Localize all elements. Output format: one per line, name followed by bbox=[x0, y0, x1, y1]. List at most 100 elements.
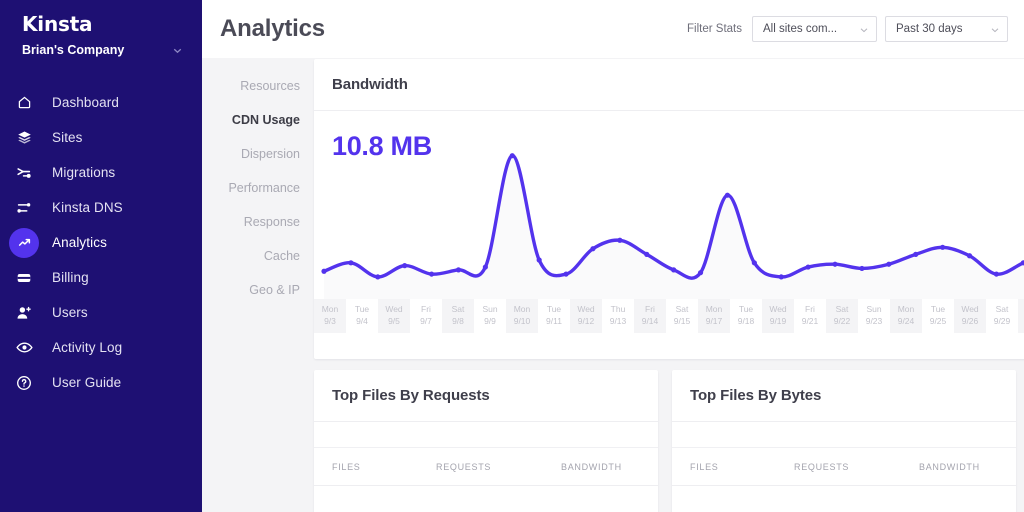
chart-area-fill bbox=[324, 155, 1024, 299]
chart-data-point[interactable] bbox=[940, 244, 946, 250]
sidebar-item-label: Analytics bbox=[52, 235, 107, 250]
chart-data-point[interactable] bbox=[321, 268, 327, 274]
chart-data-point[interactable] bbox=[617, 237, 623, 243]
top-files-by-bytes-card: Top Files By Bytes FILES REQUESTS BANDWI… bbox=[672, 370, 1016, 512]
sidebar-item-label: Users bbox=[52, 305, 88, 320]
axis-tick: Wed 9/12 bbox=[570, 299, 602, 333]
content-area: Resources CDN Usage Dispersion Performan… bbox=[202, 58, 1024, 512]
chart-data-point[interactable] bbox=[402, 263, 408, 269]
column-header-files: FILES bbox=[690, 461, 719, 472]
site-filter-select[interactable]: All sites com... bbox=[752, 16, 877, 42]
chevron-down-icon bbox=[989, 23, 1001, 35]
company-switcher[interactable]: Brian's Company bbox=[0, 36, 202, 57]
chart-data-point[interactable] bbox=[805, 264, 811, 270]
chevron-down-icon bbox=[858, 23, 870, 35]
axis-tick: Wed 9/5 bbox=[378, 299, 410, 333]
axis-tick: Sun 9/9 bbox=[482, 304, 498, 326]
chart-data-point[interactable] bbox=[455, 267, 462, 273]
subnav-item-cdn-usage[interactable]: CDN Usage bbox=[202, 108, 310, 132]
sidebar-item-migrations[interactable]: Migrations bbox=[0, 155, 202, 190]
sidebar-item-label: Kinsta DNS bbox=[52, 200, 123, 215]
card-filter-row bbox=[314, 422, 658, 448]
subnav-item-resources[interactable]: Resources bbox=[202, 74, 310, 98]
subnav-item-cache[interactable]: Cache bbox=[202, 244, 310, 268]
chart-data-point[interactable] bbox=[482, 264, 488, 270]
chart-data-point[interactable] bbox=[832, 261, 838, 267]
home-icon bbox=[9, 88, 39, 118]
axis-tick: Sun 9/23 bbox=[865, 304, 883, 326]
date-range-select[interactable]: Past 30 days bbox=[885, 16, 1008, 42]
subnav-item-performance[interactable]: Performance bbox=[202, 176, 310, 200]
subnav-item-response[interactable]: Response bbox=[202, 210, 310, 234]
chart-data-point[interactable] bbox=[778, 274, 784, 280]
sidebar-item-label: User Guide bbox=[52, 375, 122, 390]
analytics-subnav: Resources CDN Usage Dispersion Performan… bbox=[202, 58, 310, 312]
axis-tick: Sat 9/8 bbox=[442, 299, 474, 333]
logo-text: Kinsta bbox=[22, 12, 93, 36]
chevron-down-icon bbox=[171, 44, 184, 57]
chart-data-point[interactable] bbox=[993, 271, 1000, 277]
chart-data-point[interactable] bbox=[671, 267, 677, 273]
axis-tick: Thu 9/13 bbox=[609, 304, 627, 326]
card-filter-row bbox=[672, 422, 1016, 448]
axis-tick: Sat 9/29 bbox=[993, 304, 1011, 326]
chart-data-point[interactable] bbox=[590, 246, 596, 252]
subnav-item-geo-ip[interactable]: Geo & IP bbox=[202, 278, 310, 302]
chart-data-point[interactable] bbox=[913, 251, 919, 257]
user-plus-icon bbox=[9, 298, 39, 328]
chart-data-point[interactable] bbox=[644, 251, 650, 257]
chart-data-point[interactable] bbox=[563, 271, 569, 277]
card-header: Top Files By Requests bbox=[314, 370, 658, 422]
sidebar-nav: Dashboard Sites Migrations Kinsta DNS An… bbox=[0, 85, 202, 400]
column-header-bandwidth: BANDWIDTH bbox=[919, 461, 980, 472]
column-header-bandwidth: BANDWIDTH bbox=[561, 461, 622, 472]
chart-data-point[interactable] bbox=[751, 260, 757, 266]
chart-data-point[interactable] bbox=[536, 257, 542, 263]
chart-data-point[interactable] bbox=[966, 253, 973, 259]
main-area: Analytics Filter Stats All sites com... … bbox=[202, 0, 1024, 512]
sidebar-item-user-guide[interactable]: User Guide bbox=[0, 365, 202, 400]
sidebar-item-label: Dashboard bbox=[52, 95, 119, 110]
sidebar-item-users[interactable]: Users bbox=[0, 295, 202, 330]
chart-data-point[interactable] bbox=[375, 274, 381, 280]
sidebar-item-activity-log[interactable]: Activity Log bbox=[0, 330, 202, 365]
bandwidth-card-title: Bandwidth bbox=[332, 76, 408, 93]
axis-tick: Mon 9/17 bbox=[698, 299, 730, 333]
sidebar: Kinsta Brian's Company Dashboard Sites M… bbox=[0, 0, 202, 512]
sidebar-item-dashboard[interactable]: Dashboard bbox=[0, 85, 202, 120]
company-name: Brian's Company bbox=[22, 43, 125, 57]
chart-data-point[interactable] bbox=[697, 270, 704, 276]
migration-icon bbox=[9, 158, 39, 188]
sidebar-item-kinsta-dns[interactable]: Kinsta DNS bbox=[0, 190, 202, 225]
sidebar-item-analytics[interactable]: Analytics bbox=[0, 225, 202, 260]
chart-data-point[interactable] bbox=[428, 271, 435, 277]
topbar: Analytics Filter Stats All sites com... … bbox=[202, 0, 1024, 58]
brand-logo[interactable]: Kinsta bbox=[0, 0, 202, 36]
sidebar-item-label: Sites bbox=[52, 130, 83, 145]
sidebar-item-billing[interactable]: Billing bbox=[0, 260, 202, 295]
bandwidth-card-header: Bandwidth bbox=[314, 59, 1024, 111]
subnav-item-dispersion[interactable]: Dispersion bbox=[202, 142, 310, 166]
chart-data-point[interactable] bbox=[724, 192, 731, 198]
axis-tick: Sat 9/15 bbox=[673, 304, 691, 326]
axis-tick: Fri 9/14 bbox=[634, 299, 666, 333]
chart-data-point[interactable] bbox=[859, 265, 865, 272]
chart-data-point[interactable] bbox=[509, 153, 515, 159]
axis-tick: Sun9/30 bbox=[1018, 299, 1024, 333]
chart-data-point[interactable] bbox=[348, 260, 354, 266]
filter-stats-label: Filter Stats bbox=[687, 23, 742, 35]
help-icon bbox=[9, 368, 39, 398]
date-range-value: Past 30 days bbox=[896, 23, 963, 35]
dns-icon bbox=[9, 193, 39, 223]
sidebar-item-sites[interactable]: Sites bbox=[0, 120, 202, 155]
axis-tick: Mon 9/24 bbox=[890, 299, 922, 333]
site-filter-value: All sites com... bbox=[763, 23, 838, 35]
card-header: Top Files By Bytes bbox=[672, 370, 1016, 422]
chart-data-point[interactable] bbox=[886, 261, 892, 267]
chart-x-axis: Mon 9/3 Tue 9/4 Wed 9/5 Fri 9/7 Sat 9/8 Sun 9/9 Mon 9… bbox=[314, 299, 1024, 333]
filter-controls: Filter Stats All sites com... Past 30 da… bbox=[687, 16, 1008, 42]
column-header-files: FILES bbox=[332, 461, 361, 472]
axis-tick: Tue 9/25 bbox=[929, 304, 947, 326]
card-title: Top Files By Requests bbox=[332, 387, 490, 404]
trend-up-icon bbox=[9, 227, 39, 258]
